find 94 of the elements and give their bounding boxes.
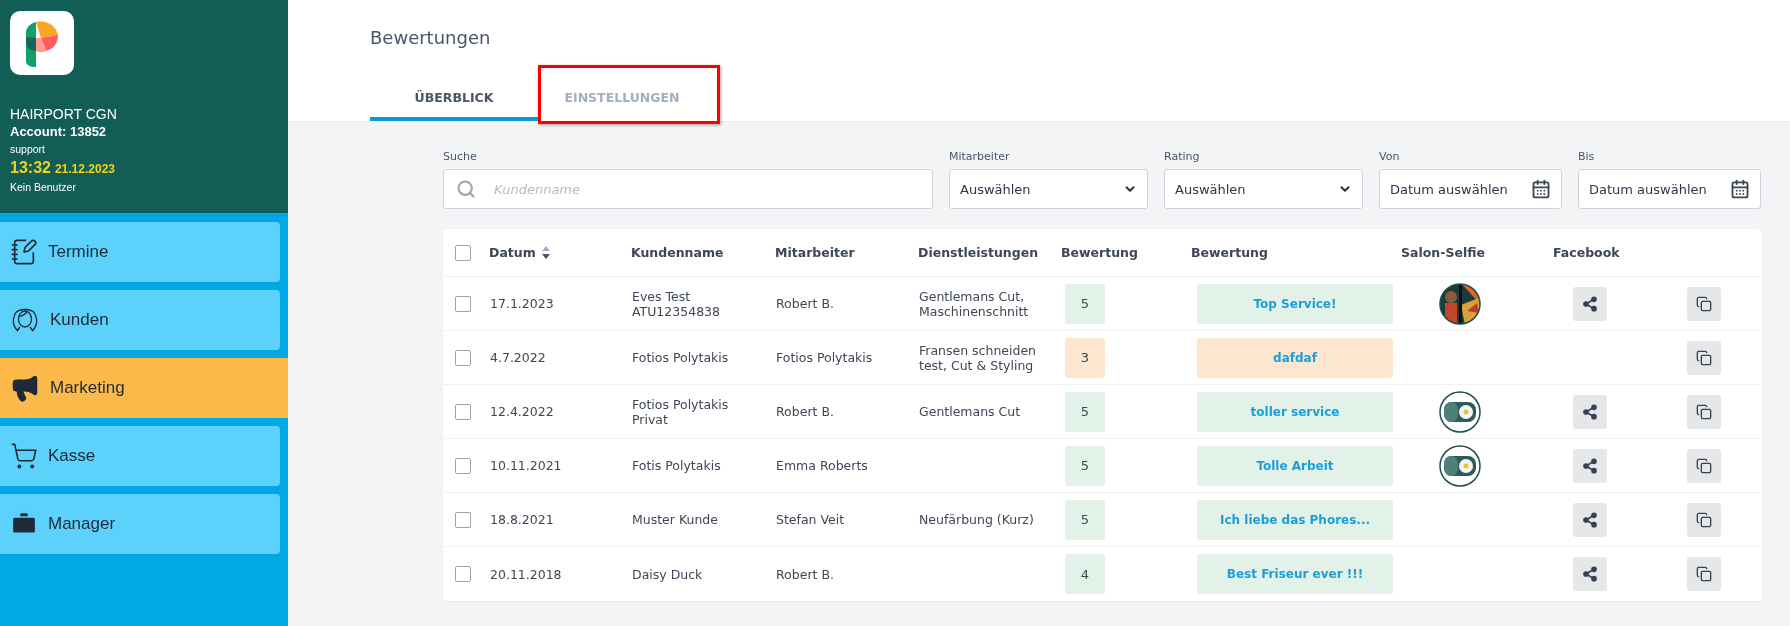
- rating-badge: 5: [1065, 445, 1105, 486]
- table-cell-text: Gentlemans Cut, Maschinenschnitt: [918, 288, 1030, 319]
- calendar-icon: [1730, 179, 1750, 199]
- column-header: Facebook: [1553, 245, 1620, 260]
- calendar-icon: [1531, 179, 1551, 199]
- table-cell-text: 18.8.2021: [489, 512, 555, 527]
- rating-badge: 3: [1065, 337, 1105, 378]
- megaphone-icon: [10, 373, 40, 403]
- column-header: Bewertung: [1061, 245, 1138, 260]
- table-cell-text: Eves Test ATU12354838: [631, 288, 721, 319]
- page-title: Bewertungen: [370, 27, 492, 48]
- table-cell-text: 20.11.2018: [489, 566, 563, 582]
- nav-item[interactable]: Termine: [0, 222, 280, 282]
- date-field[interactable]: Datum auswählen: [1578, 169, 1761, 209]
- copy-button[interactable]: [1687, 340, 1721, 375]
- table-cell-text: Robert B.: [775, 296, 835, 311]
- column-header: Salon-Selfie: [1401, 245, 1485, 260]
- table-cell-text: Fotios Polytakis: [775, 350, 874, 365]
- share-button[interactable]: [1573, 502, 1607, 537]
- field-label: Mitarbeiter: [949, 150, 1011, 163]
- user-status: Kein Benutzer: [10, 180, 77, 195]
- copy-button[interactable]: [1687, 448, 1721, 483]
- share-button[interactable]: [1573, 557, 1607, 591]
- copy-icon: [1696, 566, 1712, 582]
- checkbox[interactable]: [455, 403, 471, 420]
- nav-item[interactable]: Manager: [0, 494, 280, 554]
- rating-badge: 5: [1065, 499, 1105, 540]
- field-label: Rating: [1164, 150, 1201, 163]
- table-cell-text: Stefan Veit: [775, 512, 846, 527]
- rating-badge: 5: [1065, 283, 1105, 324]
- table-cell-text: Gentlemans Cut: [918, 404, 1022, 419]
- rating-badge: 5: [1065, 391, 1105, 432]
- column-header: Dienstleistungen: [918, 245, 1039, 260]
- table-cell-text: Emma Roberts: [775, 458, 869, 473]
- table-cell-text: Fotios Polytakis Privat: [631, 396, 730, 427]
- table-cell-text: Muster Kunde: [631, 512, 719, 527]
- copy-icon: [1696, 295, 1712, 312]
- rating-badge: 4: [1065, 554, 1105, 594]
- copy-button[interactable]: [1687, 502, 1721, 537]
- copy-icon: [1696, 349, 1712, 366]
- salon-name: HAIRPORT CGN: [10, 105, 118, 123]
- search-icon: [456, 179, 476, 199]
- table-cell-text: 12.4.2022: [489, 404, 555, 419]
- dropdown[interactable]: Auswählen: [1164, 169, 1363, 209]
- user-name: support: [10, 142, 47, 157]
- column-header: Bewertung: [1191, 245, 1268, 260]
- column-header: Mitarbeiter: [775, 245, 855, 260]
- copy-button[interactable]: [1687, 557, 1721, 591]
- table-cell-text: Daisy Duck: [631, 566, 704, 582]
- field-label: Von: [1379, 150, 1401, 163]
- share-icon: [1582, 457, 1598, 474]
- share-icon: [1582, 403, 1598, 420]
- nav-item[interactable]: Kunden: [0, 290, 280, 350]
- dropdown[interactable]: Auswählen: [949, 169, 1148, 209]
- copy-icon: [1696, 403, 1712, 420]
- table-cell-text: Robert B.: [775, 566, 835, 582]
- table-cell-text: 4.7.2022: [489, 350, 547, 365]
- date-field[interactable]: Datum auswählen: [1379, 169, 1562, 209]
- table-cell-text: Fransen schneiden test, Cut & Styling: [918, 342, 1038, 373]
- logo: [10, 11, 74, 75]
- table-cell-text: Neufärbung (Kurz): [918, 512, 1035, 527]
- field-label: Bis: [1578, 150, 1596, 163]
- share-button[interactable]: [1573, 448, 1607, 483]
- checkbox[interactable]: [455, 295, 471, 312]
- share-icon: [1582, 566, 1598, 582]
- notepad-pen-icon: [10, 238, 38, 266]
- share-button[interactable]: [1573, 394, 1607, 429]
- table-cell-text: Robert B.: [775, 404, 835, 419]
- share-button[interactable]: [1573, 286, 1607, 321]
- checkbox[interactable]: [455, 457, 471, 474]
- column-header: Kundenname: [631, 245, 724, 260]
- nav-item[interactable]: Kasse: [0, 426, 280, 486]
- checkbox[interactable]: [455, 244, 471, 261]
- share-icon: [1582, 511, 1598, 528]
- account-number: Account: 13852: [10, 123, 108, 141]
- table-cell-text: 10.11.2021: [489, 458, 563, 473]
- copy-button[interactable]: [1687, 394, 1721, 429]
- table-cell-text: Fotios Polytakis: [631, 350, 730, 365]
- checkbox[interactable]: [455, 511, 471, 528]
- checkbox[interactable]: [455, 349, 471, 366]
- table-cell-text: Fotis Polytakis: [631, 458, 722, 473]
- column-header: Datum: [489, 245, 536, 260]
- copy-icon: [1696, 457, 1712, 474]
- nav-item[interactable]: Marketing: [0, 358, 288, 418]
- sort-icon[interactable]: [541, 246, 550, 259]
- field-label: Suche: [443, 150, 478, 163]
- clock-time: 13:32: [10, 158, 51, 178]
- share-icon: [1582, 295, 1598, 312]
- copy-icon: [1696, 511, 1712, 528]
- shopping-cart-icon: [10, 442, 38, 470]
- copy-button[interactable]: [1687, 286, 1721, 321]
- checkbox[interactable]: [455, 566, 471, 582]
- table-cell-text: 17.1.2023: [489, 296, 555, 311]
- current-date: 21.12.2023: [54, 161, 115, 178]
